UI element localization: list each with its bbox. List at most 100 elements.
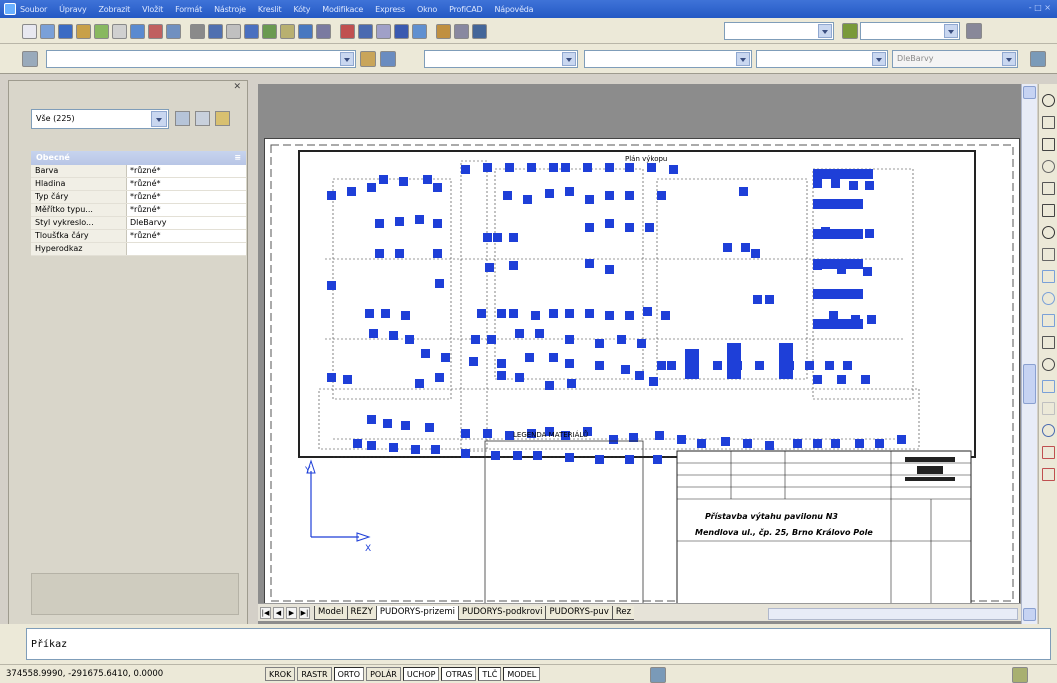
toolbar-tool-icon[interactable] [40,23,55,39]
tlc-button[interactable]: TLČ [478,667,502,681]
grip-point[interactable] [483,233,492,242]
draw-tool-icon[interactable] [1042,160,1055,173]
grip-point[interactable] [401,311,410,320]
grip-point[interactable] [509,309,518,318]
grip-point[interactable] [713,361,722,370]
selected-block[interactable] [779,343,793,379]
grip-point[interactable] [669,165,678,174]
grip-point[interactable] [515,373,524,382]
property-value[interactable]: *různé* [127,178,246,190]
grip-point[interactable] [649,377,658,386]
grip-point[interactable] [505,163,514,172]
vertical-scrollbar[interactable] [1021,84,1037,624]
grip-point[interactable] [405,335,414,344]
grip-point[interactable] [637,339,646,348]
grip-point[interactable] [831,179,840,188]
toolbar-tool-icon[interactable] [22,23,37,39]
draw-tool-icon[interactable] [1042,314,1055,327]
property-row[interactable]: Typ čáry *různé* [31,191,246,204]
make-current-icon[interactable] [380,51,396,67]
grip-point[interactable] [765,295,774,304]
window-controls[interactable]: - □ × [1029,3,1051,12]
grip-point[interactable] [865,181,874,190]
grip-point[interactable] [401,421,410,430]
scroll-up-icon[interactable] [1023,86,1036,99]
grip-point[interactable] [565,187,574,196]
plotstyle-combo[interactable]: DleBarvy [892,50,1018,68]
grip-point[interactable] [483,429,492,438]
grip-point[interactable] [545,381,554,390]
menu-soubor[interactable]: Soubor [20,5,47,14]
menu-koty[interactable]: Kóty [293,5,310,14]
property-value[interactable] [127,243,246,255]
grip-point[interactable] [595,455,604,464]
grip-point[interactable] [617,335,626,344]
grip-point[interactable] [433,249,442,258]
grip-point[interactable] [461,165,470,174]
draw-tool-icon[interactable] [1042,380,1055,393]
grip-point[interactable] [561,163,570,172]
grip-point[interactable] [513,451,522,460]
tab-pudorys-puv[interactable]: PUDORYS-puv [545,605,612,620]
grip-point[interactable] [369,329,378,338]
draw-tool-icon[interactable] [1042,446,1055,459]
grip-point[interactable] [469,357,478,366]
grip-point[interactable] [549,163,558,172]
toolbar-tool-icon[interactable] [280,23,295,39]
scroll-down-icon[interactable] [1023,608,1036,621]
linetype-combo[interactable] [584,50,752,68]
property-row[interactable]: Hyperodkaz [31,243,246,256]
grip-point[interactable] [367,415,376,424]
grip-point[interactable] [697,439,706,448]
grip-point[interactable] [379,175,388,184]
layer-manager-icon[interactable] [22,51,38,67]
grip-point[interactable] [531,311,540,320]
tab-pudorys-podkrovi[interactable]: PUDORYS-podkrovi [458,605,546,620]
grip-point[interactable] [565,453,574,462]
toolbar-tool-icon[interactable] [244,23,259,39]
grip-point[interactable] [721,437,730,446]
grip-point[interactable] [813,439,822,448]
grip-point[interactable] [743,439,752,448]
grip-point[interactable] [389,443,398,452]
tray-icon[interactable] [650,667,666,683]
legend-box[interactable] [484,440,644,610]
draw-tool-icon[interactable] [1042,94,1055,107]
toolbar-tool-icon[interactable] [454,23,469,39]
grip-point[interactable] [375,219,384,228]
grip-point[interactable] [415,379,424,388]
rastr-button[interactable]: RASTR [297,667,332,681]
grip-point[interactable] [389,331,398,340]
grip-point[interactable] [503,191,512,200]
grip-point[interactable] [497,309,506,318]
grip-point[interactable] [645,223,654,232]
grip-point[interactable] [897,435,906,444]
chevron-down-icon[interactable] [818,24,832,38]
grip-point[interactable] [353,439,362,448]
chevron-down-icon[interactable] [151,111,167,127]
tab-pudorys-prizemi[interactable]: PUDORYS-prizemi [375,605,459,620]
toolbar-tool-icon[interactable] [226,23,241,39]
grip-point[interactable] [667,361,676,370]
grip-point[interactable] [523,195,532,204]
selected-block[interactable] [685,349,699,379]
grip-point[interactable] [605,219,614,228]
draw-tool-icon[interactable] [1042,138,1055,151]
toggle-pickadd-icon[interactable] [175,111,190,126]
plot-icon[interactable] [1030,51,1046,67]
grip-point[interactable] [655,431,664,440]
grip-point[interactable] [493,233,502,242]
property-value[interactable]: DleBarvy [127,217,246,229]
grip-point[interactable] [509,261,518,270]
grip-point[interactable] [605,191,614,200]
selected-block[interactable] [813,259,863,269]
menu-napoveda[interactable]: Nápověda [494,5,533,14]
grip-point[interactable] [567,379,576,388]
layer-combo[interactable] [46,50,356,68]
textstyle-combo[interactable] [724,22,834,40]
grip-point[interactable] [843,361,852,370]
grip-point[interactable] [829,311,838,320]
grip-point[interactable] [605,311,614,320]
grip-point[interactable] [867,315,876,324]
grip-point[interactable] [621,365,630,374]
